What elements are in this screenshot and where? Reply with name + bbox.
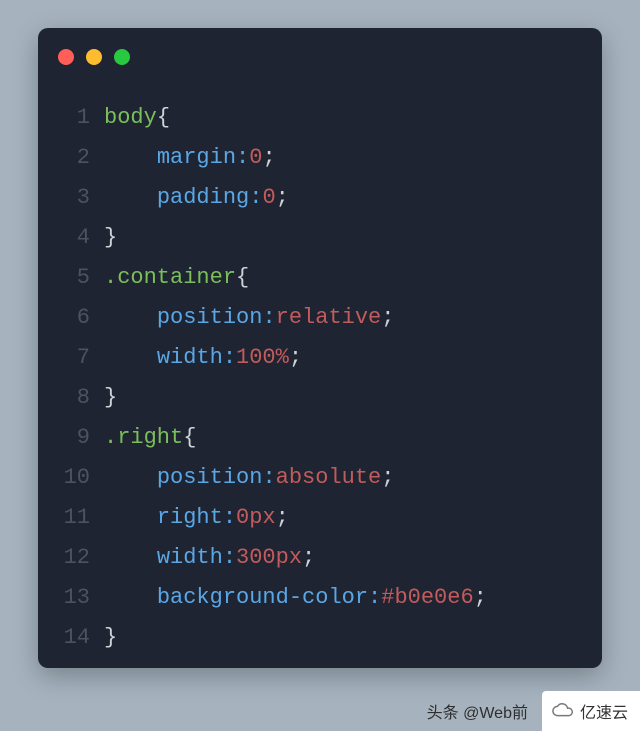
line-number: 11 <box>62 498 104 538</box>
zoom-dot-icon <box>114 49 130 65</box>
close-dot-icon <box>58 49 74 65</box>
brand-chip: 亿速云 <box>542 691 640 731</box>
code-window: 1body{2 margin:0;3 padding:0;4}5.contain… <box>38 28 602 668</box>
code-content: position:absolute; <box>104 458 578 498</box>
line-number: 8 <box>62 378 104 418</box>
code-content: padding:0; <box>104 178 578 218</box>
code-area: 1body{2 margin:0;3 padding:0;4}5.contain… <box>38 86 602 682</box>
minimize-dot-icon <box>86 49 102 65</box>
line-number: 9 <box>62 418 104 458</box>
code-line: 5.container{ <box>62 258 578 298</box>
stage: 1body{2 margin:0;3 padding:0;4}5.contain… <box>0 0 640 731</box>
brand-text: 亿速云 <box>580 699 628 723</box>
line-number: 2 <box>62 138 104 178</box>
code-line: 3 padding:0; <box>62 178 578 218</box>
code-line: 8} <box>62 378 578 418</box>
line-number: 3 <box>62 178 104 218</box>
code-line: 14} <box>62 618 578 658</box>
window-titlebar <box>38 28 602 86</box>
line-number: 12 <box>62 538 104 578</box>
code-content: background-color:#b0e0e6; <box>104 578 578 618</box>
code-content: .container{ <box>104 258 578 298</box>
code-content: } <box>104 618 578 658</box>
code-line: 9.right{ <box>62 418 578 458</box>
line-number: 13 <box>62 578 104 618</box>
footer: 头条 @Web前 亿速云 <box>427 691 640 731</box>
code-line: 4} <box>62 218 578 258</box>
line-number: 5 <box>62 258 104 298</box>
code-content: } <box>104 378 578 418</box>
code-content: .right{ <box>104 418 578 458</box>
cloud-icon <box>552 703 574 719</box>
code-content: } <box>104 218 578 258</box>
code-content: width:300px; <box>104 538 578 578</box>
line-number: 14 <box>62 618 104 658</box>
code-content: margin:0; <box>104 138 578 178</box>
line-number: 7 <box>62 338 104 378</box>
code-content: right:0px; <box>104 498 578 538</box>
line-number: 4 <box>62 218 104 258</box>
code-line: 11 right:0px; <box>62 498 578 538</box>
code-line: 7 width:100%; <box>62 338 578 378</box>
code-line: 10 position:absolute; <box>62 458 578 498</box>
code-content: position:relative; <box>104 298 578 338</box>
code-line: 6 position:relative; <box>62 298 578 338</box>
code-content: body{ <box>104 98 578 138</box>
code-line: 2 margin:0; <box>62 138 578 178</box>
line-number: 10 <box>62 458 104 498</box>
code-line: 13 background-color:#b0e0e6; <box>62 578 578 618</box>
code-content: width:100%; <box>104 338 578 378</box>
code-line: 1body{ <box>62 98 578 138</box>
line-number: 1 <box>62 98 104 138</box>
attribution-text: 头条 @Web前 <box>427 699 528 723</box>
line-number: 6 <box>62 298 104 338</box>
code-line: 12 width:300px; <box>62 538 578 578</box>
